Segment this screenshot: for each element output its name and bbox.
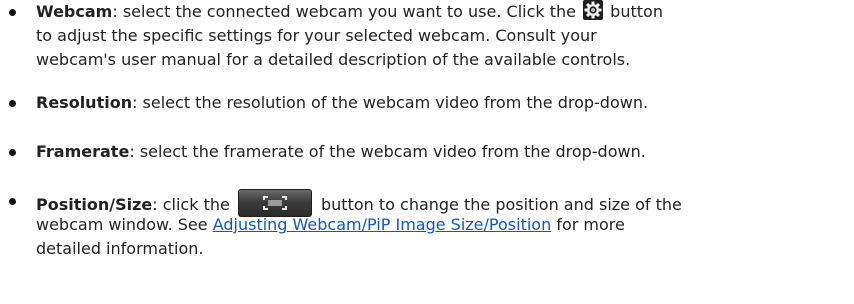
- bullet: [9, 198, 16, 205]
- item-text: webcam's user manual for a detailed desc…: [36, 50, 631, 69]
- item-text: : select the resolution of the webcam vi…: [132, 93, 649, 112]
- item-text: : click the: [152, 195, 235, 214]
- adjusting-webcam-link[interactable]: Adjusting Webcam/PiP Image Size/Position: [213, 215, 552, 234]
- item-line: Framerate: select the framerate of the w…: [36, 140, 646, 164]
- term-label: Webcam: [36, 2, 113, 21]
- settings-description-list: Webcam: select the connected webcam you …: [0, 0, 854, 304]
- item-line: Webcam: select the connected webcam you …: [36, 0, 663, 24]
- item-text: : select the connected webcam you want t…: [112, 2, 582, 21]
- item-line: Resolution: select the resolution of the…: [36, 91, 648, 115]
- bullet: [9, 100, 16, 107]
- item-text: for more: [551, 215, 625, 234]
- item-text: : select the framerate of the webcam vid…: [129, 142, 646, 161]
- bullet: [9, 9, 16, 16]
- term-label: Framerate: [36, 142, 130, 161]
- item-text: detailed information.: [36, 239, 204, 258]
- item-text: button to change the position and size o…: [315, 195, 682, 214]
- gear-icon: [583, 0, 604, 20]
- item-text: to adjust the specific settings for your…: [36, 26, 597, 45]
- bullet: [9, 149, 16, 156]
- term-label: Position/Size: [36, 195, 153, 214]
- item-text: webcam window. See: [36, 215, 213, 234]
- term-label: Resolution: [36, 93, 133, 112]
- item-line: webcam window. See Adjusting Webcam/PiP …: [36, 213, 625, 237]
- item-text: button: [605, 2, 663, 21]
